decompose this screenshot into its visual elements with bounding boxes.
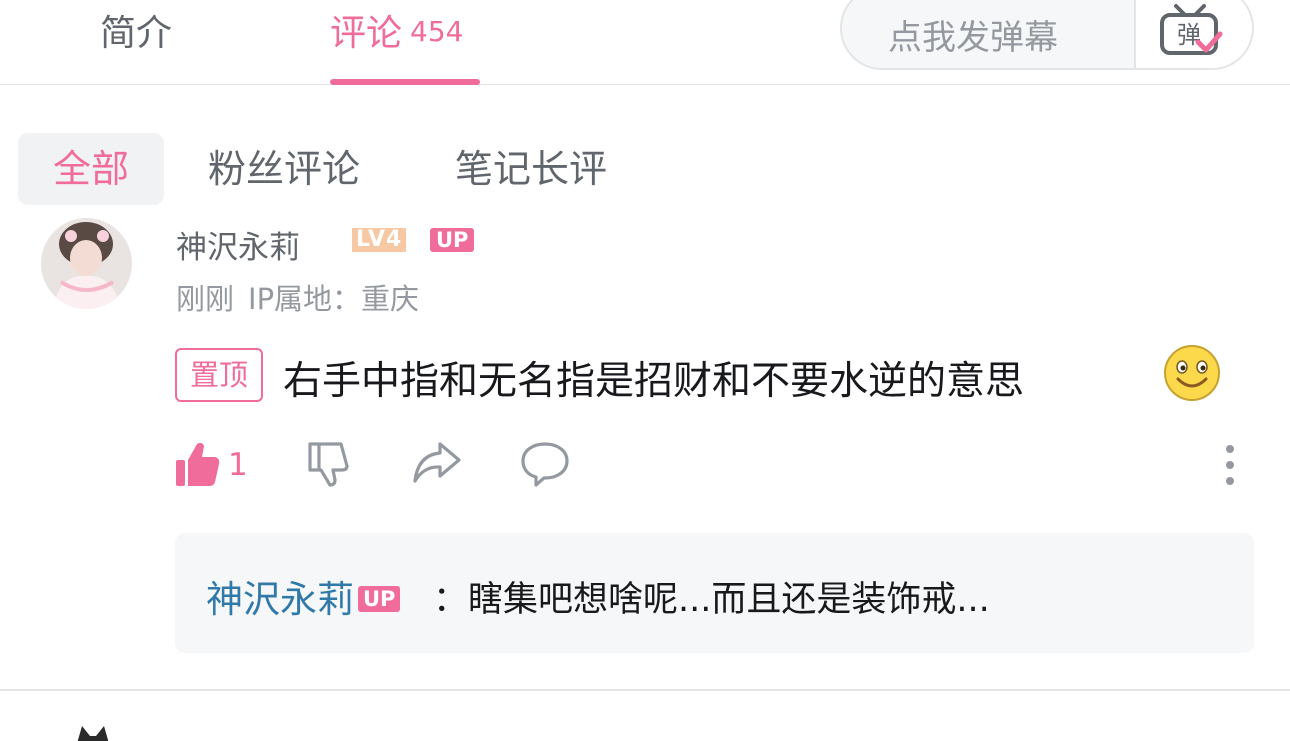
tab-comments-label: 评论 (330, 13, 403, 54)
tab-comments[interactable]: 评论 454 (330, 4, 463, 85)
active-tab-indicator (330, 79, 480, 85)
tab-intro[interactable]: 简介 (100, 4, 172, 56)
reply-username[interactable]: 神沢永莉 UP (206, 569, 401, 623)
reply-username-text: 神沢永莉 (206, 578, 354, 621)
comment-time: 刚刚 (176, 282, 235, 316)
top-tab-bar: 简介 评论 454 点我发弹幕 弹 (0, 0, 1290, 85)
comment-text: 右手中指和无名指是招财和不要水逆的意思 (283, 359, 1025, 404)
danmaku-toggle-icon: 弹 (1160, 4, 1223, 55)
danmaku-bar: 点我发弹幕 弹 (840, 0, 1254, 70)
comment-username[interactable]: 神沢永莉 (176, 222, 300, 267)
comment-meta: 刚刚 IP属地：重庆 (176, 276, 419, 318)
comment-divider (0, 689, 1290, 691)
comment-count: 454 (410, 15, 464, 48)
next-comment-avatar[interactable] (70, 722, 114, 741)
reply-up-badge: UP (358, 586, 401, 612)
share-icon[interactable] (412, 440, 462, 486)
filter-fans[interactable]: 粉丝评论 (208, 133, 360, 205)
reply-icon[interactable] (520, 440, 570, 488)
like-count: 1 (228, 447, 248, 483)
up-badge: UP (430, 228, 475, 252)
smile-emoji-icon (1164, 345, 1220, 401)
filter-notes[interactable]: 笔记长评 (455, 133, 607, 205)
danmaku-input[interactable]: 点我发弹幕 (888, 10, 1058, 59)
reply-text: ：瞎集吧想啥呢...而且还是装饰戒... (433, 580, 990, 620)
reply-preview[interactable]: 神沢永莉 UP ：瞎集吧想啥呢...而且还是装饰戒... (175, 533, 1254, 653)
level-badge: LV4 (352, 228, 407, 252)
thumbs-up-icon[interactable] (175, 440, 221, 488)
avatar[interactable] (41, 218, 132, 309)
pinned-badge: 置顶 (175, 348, 263, 402)
filter-all[interactable]: 全部 (18, 133, 164, 205)
thumbs-down-icon[interactable] (305, 440, 353, 488)
danmaku-toggle-button[interactable]: 弹 (1134, 0, 1252, 68)
comment-ip: IP属地：重庆 (248, 282, 420, 316)
more-icon[interactable] (1218, 444, 1242, 486)
